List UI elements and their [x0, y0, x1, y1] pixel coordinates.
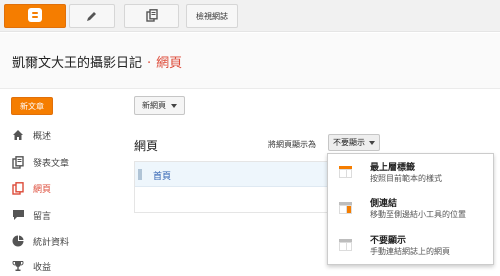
chevron-down-icon [171, 101, 177, 110]
menu-item-side-links[interactable]: 側連結 移動至側邊結小工具的位置 [328, 196, 493, 226]
menu-item-title: 最上層標籤 [370, 163, 416, 173]
menu-item-description: 移動至側邊結小工具的位置 [370, 210, 466, 219]
top-tabs-icon [339, 163, 352, 178]
display-as-label: 將網頁顯示為 [268, 140, 316, 149]
display-as-value: 不要顯示 [333, 138, 365, 147]
trophy-icon [11, 259, 25, 273]
menu-item-top-tabs[interactable]: 最上層標籤 按照目前範本的樣式 [328, 160, 493, 190]
sidebar-item-comments[interactable]: 留言 [11, 206, 51, 224]
new-page-button[interactable]: 新網頁 [134, 96, 185, 115]
page-title-link[interactable]: 首頁 [153, 169, 171, 182]
side-links-icon [339, 199, 352, 214]
sidebar-item-label: 網頁 [33, 184, 52, 195]
sidebar-item-label: 概述 [33, 131, 52, 142]
blogger-icon [28, 7, 42, 26]
sidebar-item-stats[interactable]: 統計資料 [11, 232, 69, 250]
sidebar-item-label: 統計資料 [33, 237, 70, 248]
sidebar-item-label: 留言 [33, 211, 52, 222]
display-options-menu: 最上層標籤 按照目前範本的樣式 側連結 移動至側邊結小工具的位置 不要顯示 手動… [327, 153, 494, 265]
pages-heading: 網頁 [134, 139, 159, 153]
pencil-icon [86, 7, 98, 26]
comment-icon [11, 208, 25, 222]
page-title: 凱爾文大王的攝影日記 · 網頁 [12, 52, 182, 71]
menu-item-hidden[interactable]: 不要顯示 手動連結網誌上的網頁 [328, 233, 493, 263]
title-bar: 凱爾文大王的攝影日記 · 網頁 [0, 33, 500, 89]
blogger-logo-button[interactable] [4, 4, 66, 28]
sidebar-item-earnings[interactable]: 收益 [11, 257, 51, 275]
new-page-label: 新網頁 [142, 101, 166, 110]
pie-chart-icon [11, 234, 25, 248]
sidebar-item-pages[interactable]: 網頁 [11, 179, 51, 197]
home-icon [11, 128, 25, 142]
blog-title-link[interactable]: 凱爾文大王的攝影日記 [12, 56, 142, 71]
menu-item-description: 按照目前範本的樣式 [370, 174, 442, 183]
posts-icon [11, 155, 25, 169]
chevron-down-icon [369, 138, 375, 147]
view-blog-button[interactable]: 檢視網誌 [186, 4, 238, 28]
top-toolbar: 檢視網誌 [0, 0, 500, 32]
pages-icon [11, 181, 25, 195]
hidden-icon [339, 236, 352, 251]
sidebar-item-posts[interactable]: 發表文章 [11, 153, 69, 171]
drag-handle-icon[interactable] [138, 169, 142, 180]
menu-item-description: 手動連結網誌上的網頁 [370, 247, 450, 256]
new-post-button[interactable]: 新文章 [11, 97, 53, 115]
posts-list-button[interactable] [124, 4, 179, 28]
menu-item-title: 側連結 [370, 199, 398, 209]
section-name: 網頁 [156, 56, 183, 71]
sidebar-item-label: 收益 [33, 262, 52, 273]
display-as-dropdown[interactable]: 不要顯示 [328, 134, 380, 151]
copy-icon [145, 7, 158, 26]
edit-post-button[interactable] [69, 4, 115, 28]
menu-item-title: 不要顯示 [370, 236, 407, 246]
sidebar-item-overview[interactable]: 概述 [11, 126, 51, 144]
title-separator: · [147, 56, 152, 71]
sidebar-item-label: 發表文章 [33, 158, 70, 169]
